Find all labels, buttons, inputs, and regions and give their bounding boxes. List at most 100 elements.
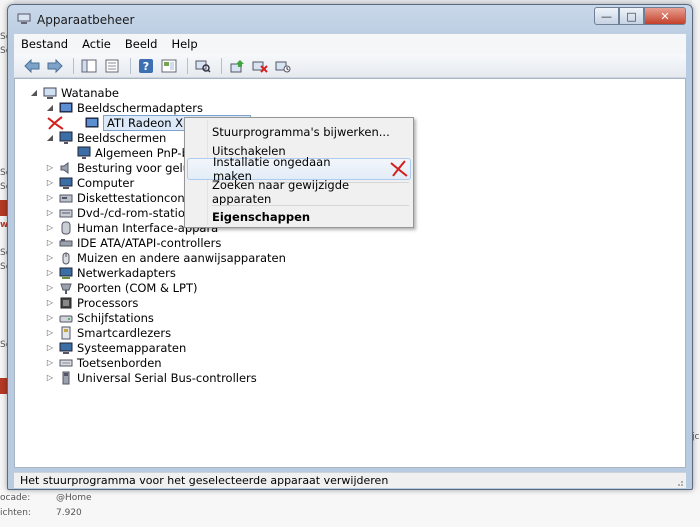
window-controls: — □ ✕ — [594, 7, 686, 25]
device-manager-icon — [17, 13, 31, 24]
forward-arrow-icon[interactable] — [45, 57, 65, 75]
collapse-triangle-icon[interactable]: ◢ — [45, 103, 55, 113]
bg-fragment: ocade: — [0, 493, 31, 503]
computer-icon — [43, 86, 57, 100]
tree-label: Beeldschermen — [77, 130, 167, 145]
tree-label: Systeemapparaten — [77, 340, 187, 355]
floppy-controller-icon — [59, 191, 73, 205]
tree-item-poorten[interactable]: ▷ Poorten (COM & LPT) — [45, 280, 198, 295]
menu-beeld[interactable]: Beeld — [118, 37, 165, 51]
hid-icon — [59, 221, 73, 235]
title-bar[interactable]: Apparaatbeheer — □ ✕ — [8, 5, 692, 33]
network-adapter-icon — [59, 266, 73, 280]
tree-item-computer[interactable]: ▷ Computer — [45, 175, 134, 190]
menu-bar: Bestand Actie Beeld Help — [14, 34, 686, 54]
menu-actie[interactable]: Actie — [75, 37, 118, 51]
smartcard-reader-icon — [59, 326, 73, 340]
menu-item-label: Eigenschappen — [212, 210, 311, 224]
monitor-icon — [77, 146, 91, 160]
tree-label: Processors — [77, 295, 139, 310]
expand-triangle-icon[interactable]: ▷ — [45, 313, 55, 323]
minimize-button[interactable]: — — [594, 7, 619, 25]
status-bar: Het stuurprogramma voor het geselecteerd… — [14, 472, 686, 488]
keyboard-icon — [59, 356, 73, 370]
close-button[interactable]: ✕ — [644, 7, 686, 25]
tree-root[interactable]: ◢ Watanabe — [29, 85, 119, 100]
expand-triangle-icon[interactable]: ▷ — [45, 208, 55, 218]
tree-item-beeldschermadapters[interactable]: ◢ Beeldschermadapters — [45, 100, 203, 115]
tree-item-dvd[interactable]: ▷ Dvd-/cd-rom-stations — [45, 205, 198, 220]
console-tree-icon[interactable] — [79, 57, 99, 75]
device-manager-window: Apparaatbeheer — □ ✕ Bestand Actie Beeld… — [7, 4, 693, 490]
resize-grip-icon[interactable] — [674, 477, 684, 487]
processor-icon — [59, 296, 73, 310]
expand-triangle-icon[interactable]: ▷ — [45, 298, 55, 308]
bg-fragment: 7.920 — [56, 508, 82, 518]
display-adapter-icon — [59, 101, 73, 115]
view-icon[interactable] — [159, 57, 179, 75]
expand-triangle-icon[interactable]: ▷ — [45, 373, 55, 383]
toolbar-separator — [130, 57, 131, 74]
tree-item-toetsenborden[interactable]: ▷ Toetsenborden — [45, 355, 162, 370]
bg-fragment: @Home — [56, 493, 92, 503]
svg-text:?: ? — [143, 60, 149, 73]
expand-triangle-icon[interactable]: ▷ — [45, 238, 55, 248]
computer-icon — [59, 176, 73, 190]
tree-label: Smartcardlezers — [77, 325, 172, 340]
dvd-drive-icon — [59, 206, 73, 220]
maximize-button[interactable]: □ — [619, 7, 644, 25]
disk-drive-icon — [59, 311, 73, 325]
update-driver-icon[interactable] — [227, 57, 247, 75]
tree-item-processors[interactable]: ▷ Processors — [45, 295, 138, 310]
context-menu: Stuurprogramma's bijwerken... Uitschakel… — [184, 117, 414, 228]
expand-triangle-icon[interactable]: ▷ — [45, 268, 55, 278]
expand-triangle-icon[interactable]: ▷ — [45, 223, 55, 233]
background-page-bottom: ocade: @Home ichten: 7.920 — [0, 490, 700, 527]
mouse-icon — [59, 251, 73, 265]
expand-triangle-icon[interactable]: ▷ — [45, 193, 55, 203]
red-cross-annotation-icon — [47, 115, 64, 130]
tree-item-usb[interactable]: ▷ Universal Serial Bus-controllers — [45, 370, 257, 385]
display-adapter-icon — [85, 116, 99, 130]
tree-label: Beeldschermadapters — [77, 100, 203, 115]
red-cross-annotation-icon — [390, 160, 408, 177]
expand-triangle-icon[interactable]: ▷ — [45, 358, 55, 368]
help-icon[interactable]: ? — [136, 57, 156, 75]
menu-item-label: Stuurprogramma's bijwerken... — [212, 125, 390, 139]
menu-help[interactable]: Help — [164, 37, 204, 51]
menu-bestand[interactable]: Bestand — [14, 37, 75, 51]
tree-item-smartcard[interactable]: ▷ Smartcardlezers — [45, 325, 171, 340]
expand-triangle-icon[interactable]: ▷ — [45, 283, 55, 293]
expand-triangle-icon[interactable]: ▷ — [45, 253, 55, 263]
collapse-triangle-icon[interactable]: ◢ — [29, 88, 39, 98]
bg-fragment: jc — [692, 432, 700, 442]
menu-item-uninstall[interactable]: Installatie ongedaan maken — [187, 155, 411, 183]
tree-label: Toetsenborden — [77, 355, 162, 370]
tree-item-netwerk[interactable]: ▷ Netwerkadapters — [45, 265, 176, 280]
port-icon — [59, 281, 73, 295]
expand-triangle-icon[interactable]: ▷ — [45, 163, 55, 173]
tree-item-muizen[interactable]: ▷ Muizen en andere aanwijsapparaten — [45, 250, 286, 265]
properties-icon[interactable] — [102, 57, 122, 75]
scan-hardware-icon[interactable] — [193, 57, 213, 75]
window-title: Apparaatbeheer — [37, 13, 135, 27]
tree-item-ide[interactable]: ▷ IDE ATA/ATAPI-controllers — [45, 235, 221, 250]
ide-controller-icon — [59, 236, 73, 250]
collapse-triangle-icon[interactable]: ◢ — [45, 133, 55, 143]
tree-label: IDE ATA/ATAPI-controllers — [77, 235, 222, 250]
menu-item-scan-changes[interactable]: Zoeken naar gewijzigde apparaten — [187, 178, 411, 206]
uninstall-icon[interactable] — [250, 57, 270, 75]
usb-controller-icon — [59, 371, 73, 385]
background-page-right: jc — [692, 0, 700, 527]
disable-icon[interactable] — [273, 57, 293, 75]
menu-item-properties[interactable]: Eigenschappen — [187, 206, 411, 228]
tree-item-systeem[interactable]: ▷ Systeemapparaten — [45, 340, 186, 355]
tree-label: Watanabe — [61, 85, 119, 100]
expand-triangle-icon[interactable]: ▷ — [45, 178, 55, 188]
tree-label: Muizen en andere aanwijsapparaten — [77, 250, 286, 265]
back-arrow-icon[interactable] — [22, 57, 42, 75]
expand-triangle-icon[interactable]: ▷ — [45, 343, 55, 353]
expand-triangle-icon[interactable]: ▷ — [45, 328, 55, 338]
tree-item-schijfstations[interactable]: ▷ Schijfstations — [45, 310, 154, 325]
tree-item-beeldschermen[interactable]: ◢ Beeldschermen — [45, 130, 166, 145]
